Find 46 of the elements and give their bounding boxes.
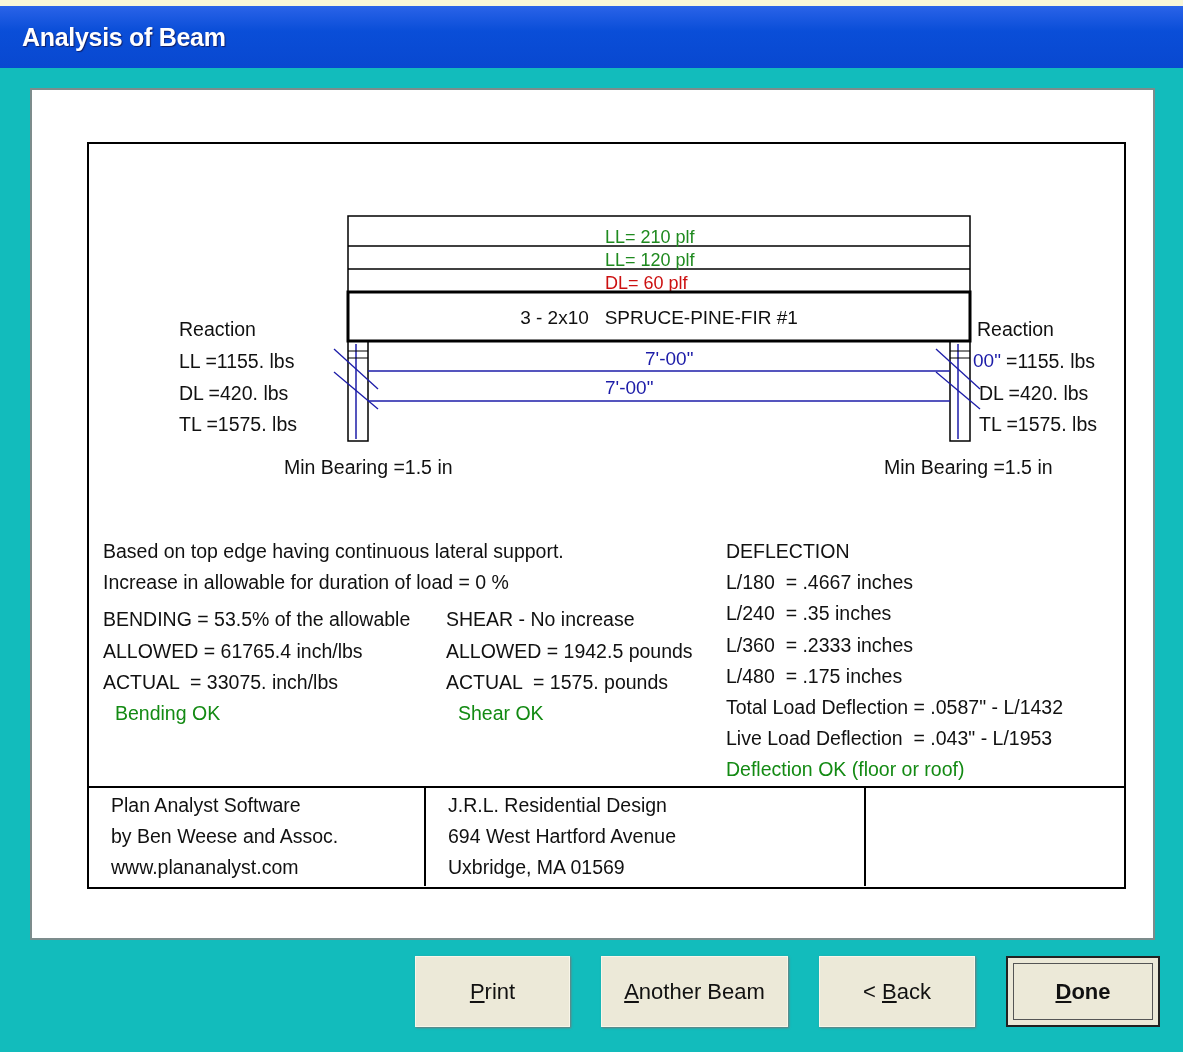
reaction-heading: Reaction (179, 318, 256, 340)
load-label: LL= 120 plf (605, 250, 695, 270)
result-text: ACTUAL = 1575. pounds (446, 669, 670, 695)
bearing-label: Min Bearing =1.5 in (284, 456, 453, 478)
reaction-heading: Reaction (977, 318, 1054, 340)
footer-text: Uxbridge, MA 01569 (448, 855, 626, 881)
footer-text: 694 West Hartford Avenue (448, 824, 677, 850)
reaction-value: =1155. lbs (1006, 350, 1096, 372)
dialog-button[interactable]: Done (1006, 956, 1160, 1027)
status-text: Deflection OK (floor or roof) (726, 757, 966, 783)
dialog-button[interactable]: Print (415, 956, 570, 1027)
result-text: SHEAR - No increase (446, 607, 636, 633)
bearing-label: Min Bearing =1.5 in (884, 456, 1053, 478)
load-label: DL= 60 plf (605, 273, 688, 293)
footer-text: J.R.L. Residential Design (448, 793, 668, 818)
note-text: Increase in allowable for duration of load = 0 % (103, 570, 510, 596)
dimension-label: 00" (973, 350, 1001, 371)
window-title: Analysis of Beam (22, 22, 226, 52)
reaction-value: LL =1155. lbs (179, 350, 295, 372)
footer-text: www.plananalyst.com (111, 855, 300, 881)
status-text: Bending OK (114, 700, 222, 726)
reaction-value: TL =1575. lbs (979, 413, 1097, 435)
dimension-label: 7'-00" (645, 348, 694, 369)
deflection-text: Live Load Deflection = .043" - L/1953 (726, 726, 1054, 752)
deflection-text: L/360 = .2333 inches (726, 632, 915, 658)
member-label: 3 - 2x10 SPRUCE-PINE-FIR #1 (520, 307, 798, 328)
deflection-text: L/480 = .175 inches (726, 663, 904, 689)
result-text: ACTUAL = 33075. inch/lbs (103, 669, 340, 695)
dialog-button[interactable]: Another Beam (601, 956, 788, 1027)
deflection-text: Total Load Deflection = .0587" - L/1432 (726, 694, 1065, 720)
dimension-label: 7'-00" (605, 377, 654, 398)
deflection-text: L/240 = .35 inches (726, 601, 893, 627)
result-text: ALLOWED = 61765.4 inch/lbs (103, 638, 364, 664)
status-text: Shear OK (457, 700, 545, 726)
result-text: ALLOWED = 1942.5 pounds (446, 638, 694, 664)
reaction-value: TL =1575. lbs (179, 413, 297, 435)
footer-text: Plan Analyst Software (111, 793, 302, 818)
deflection-text: L/180 = .4667 inches (726, 570, 915, 596)
note-text: Based on top edge having continuous lateral support. (103, 539, 565, 564)
load-label: LL= 210 plf (605, 227, 695, 247)
dialog-button[interactable]: < Back (819, 956, 975, 1027)
result-text: BENDING = 53.5% of the allowable (103, 607, 412, 633)
reaction-value: DL =420. lbs (179, 381, 289, 404)
deflection-heading: DEFLECTION (726, 539, 851, 564)
footer-text: by Ben Weese and Assoc. (111, 824, 340, 850)
reaction-value: DL =420. lbs (979, 381, 1089, 404)
